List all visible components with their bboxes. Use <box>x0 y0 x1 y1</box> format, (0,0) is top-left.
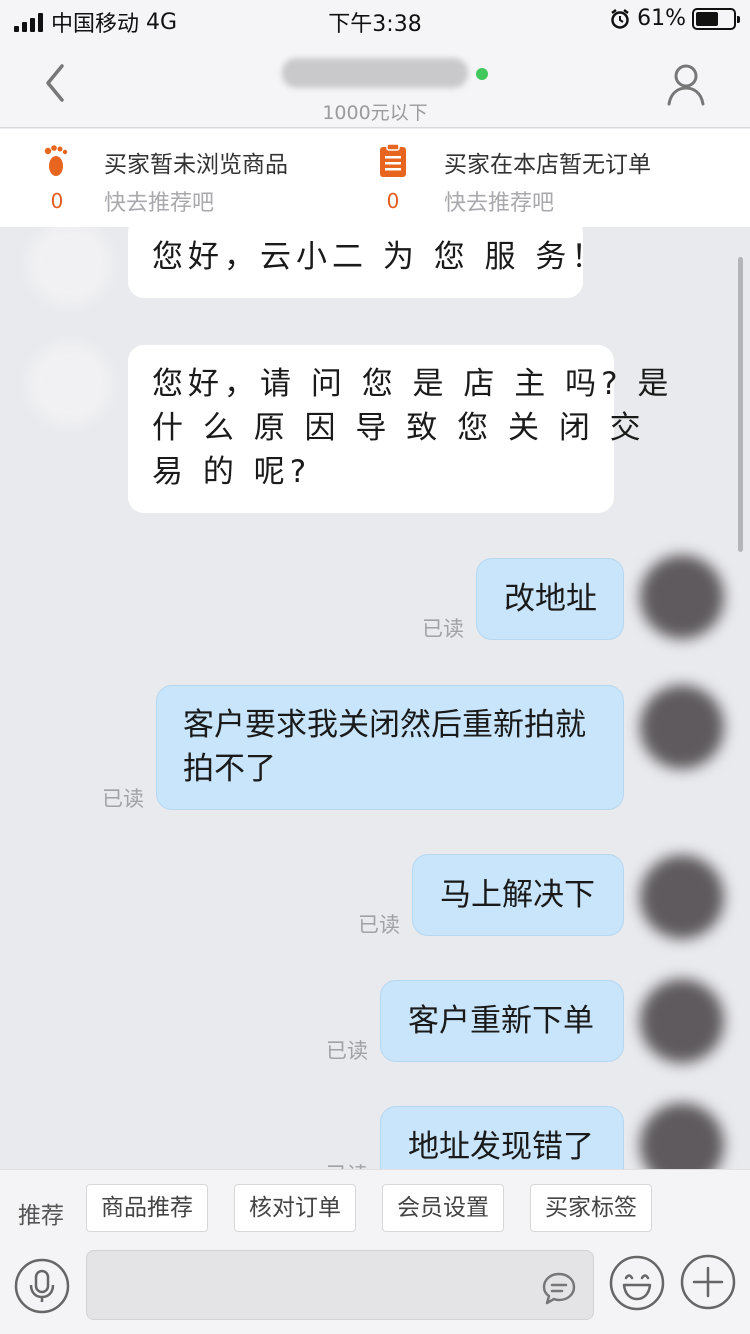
contact-subtitle: 1000元以下 <box>322 102 428 124</box>
battery-icon <box>692 7 740 30</box>
read-status: 已读 <box>326 1039 368 1063</box>
message-line: 客户要求我关闭然后重新拍就 <box>183 707 586 743</box>
message-line: 易 的 呢? <box>152 454 312 490</box>
message-bubble-outgoing[interactable]: 地址发现错了 <box>380 1106 624 1169</box>
chat-scrollbar[interactable] <box>738 257 743 552</box>
input-toolbar: 推荐 商品推荐 核对订单 会员设置 买家标签 <box>0 1169 750 1334</box>
read-status: 已读 <box>422 617 464 641</box>
message-bubble-incoming[interactable]: 您好，云小二 为 您 服 务！ <box>128 227 602 298</box>
chip-product-recommend[interactable]: 商品推荐 <box>86 1184 208 1232</box>
message-text: 客户重新下单 <box>408 1003 594 1039</box>
chip-buyer-tags[interactable]: 买家标签 <box>530 1184 652 1232</box>
chat-header: 1000元以下 <box>0 40 750 128</box>
message-input[interactable] <box>86 1250 594 1320</box>
message-text: 您好，云小二 为 您 服 务！ <box>152 239 608 275</box>
quick-reply-icon[interactable] <box>540 1270 578 1308</box>
message-line: 您好，请 问 您 是 店 主 吗? 是 <box>152 366 674 402</box>
buyer-info-strip: 0 买家暂未浏览商品 快去推荐吧 0 买家在本店暂无订单 快去推荐吧 <box>0 129 750 227</box>
browse-sub: 快去推荐吧 <box>104 191 215 216</box>
more-plus-button[interactable] <box>680 1254 736 1310</box>
user-avatar <box>640 685 724 769</box>
recommend-label: 推荐 <box>18 1203 64 1229</box>
chat-messages[interactable]: 您好，云小二 为 您 服 务！ 您好，请 问 您 是 店 主 吗? 是 什 么 … <box>0 227 750 1169</box>
user-avatar <box>640 555 724 639</box>
voice-input-button[interactable] <box>14 1258 70 1314</box>
battery-fill <box>696 11 718 26</box>
message-text: 地址发现错了 <box>408 1129 594 1165</box>
service-avatar <box>28 227 112 306</box>
user-avatar <box>640 979 724 1063</box>
chip-member-settings[interactable]: 会员设置 <box>382 1184 504 1232</box>
read-status: 已读 <box>326 1159 368 1169</box>
profile-icon[interactable] <box>666 62 706 106</box>
footprint-icon <box>44 145 68 176</box>
message-line: 拍不了 <box>183 751 276 787</box>
battery-percent: 61% <box>637 6 686 31</box>
message-text: 马上解决下 <box>440 877 595 913</box>
browse-title: 买家暂未浏览商品 <box>104 152 288 178</box>
order-sub: 快去推荐吧 <box>444 191 555 216</box>
browse-info[interactable]: 0 买家暂未浏览商品 快去推荐吧 <box>0 129 370 227</box>
order-title: 买家在本店暂无订单 <box>444 152 651 178</box>
contact-name-blurred <box>282 58 468 88</box>
browse-count: 0 <box>50 189 64 213</box>
online-status-dot <box>476 68 488 80</box>
message-line: 什 么 原 因 导 致 您 关 闭 交 <box>152 410 646 446</box>
message-text: 改地址 <box>504 581 597 617</box>
order-info[interactable]: 0 买家在本店暂无订单 快去推荐吧 <box>370 129 750 227</box>
alarm-icon <box>611 8 629 29</box>
message-bubble-outgoing[interactable]: 客户重新下单 <box>380 980 624 1062</box>
read-status: 已读 <box>102 787 144 811</box>
message-bubble-incoming[interactable]: 您好，请 问 您 是 店 主 吗? 是 什 么 原 因 导 致 您 关 闭 交 … <box>128 345 674 513</box>
message-bubble-outgoing[interactable]: 改地址 <box>476 558 624 640</box>
emoji-button[interactable] <box>608 1254 666 1312</box>
battery-info: 61% <box>609 6 740 31</box>
order-list-icon <box>380 143 406 177</box>
message-bubble-outgoing[interactable]: 马上解决下 <box>412 854 624 936</box>
user-avatar <box>640 1103 724 1169</box>
order-count: 0 <box>386 189 400 213</box>
message-bubble-outgoing[interactable]: 客户要求我关闭然后重新拍就 拍不了 <box>156 685 624 810</box>
user-avatar <box>640 855 724 939</box>
read-status: 已读 <box>358 913 400 937</box>
chip-check-order[interactable]: 核对订单 <box>234 1184 356 1232</box>
status-bar: 中国移动 4G 下午3:38 61% <box>0 0 750 40</box>
service-avatar <box>28 342 112 426</box>
